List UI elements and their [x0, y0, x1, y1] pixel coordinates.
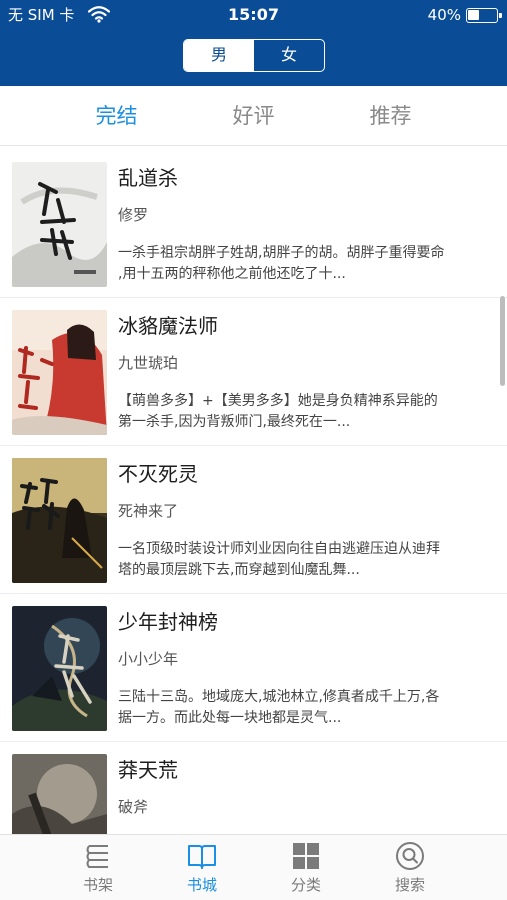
- bottom-nav: 书架 书城 分类 搜索: [0, 834, 507, 900]
- bookshelf-icon: [83, 841, 113, 871]
- gender-switch: 男 女: [183, 39, 325, 72]
- book-author: 死神来了: [118, 502, 179, 520]
- book-author: 修罗: [118, 206, 149, 224]
- book-description: 【萌兽多多】+【美男多多】她是身负精神系异能的 第一杀手,因为背叛师门,最终死在…: [118, 393, 438, 430]
- book-item[interactable]: 少年封神榜 小小少年 三陆十三岛。地域庞大,城池林立,修真者成千上万,各 据一方…: [0, 594, 507, 742]
- book-description: 一杀手祖宗胡胖子姓胡,胡胖子的胡。胡胖子重得要命 ,用十五两的秤称他之前他还吃了…: [118, 245, 445, 282]
- gender-option-female[interactable]: 女: [254, 40, 324, 71]
- status-bar: 无 SIM 卡 15:07 40%: [0, 0, 507, 30]
- nav-label: 书城: [186, 876, 217, 894]
- scrollbar[interactable]: [500, 296, 505, 386]
- nav-category[interactable]: 分类: [254, 835, 358, 900]
- book-title: 莽天荒: [118, 758, 178, 782]
- category-tabs: 完结 好评 推荐: [0, 86, 507, 146]
- book-item[interactable]: 冰貉魔法师 九世琥珀 【萌兽多多】+【美男多多】她是身负精神系异能的 第一杀手,…: [0, 298, 507, 446]
- book-author: 九世琥珀: [118, 354, 179, 372]
- nav-bookstore[interactable]: 书城: [150, 835, 254, 900]
- book-item[interactable]: 莽天荒 破斧: [0, 742, 507, 834]
- book-cover: [12, 754, 107, 834]
- book-cover: [12, 162, 107, 287]
- book-author: 破斧: [118, 798, 149, 816]
- top-bar: 无 SIM 卡 15:07 40% 男 女: [0, 0, 507, 86]
- nav-search[interactable]: 搜索: [358, 835, 462, 900]
- book-description: 一名顶级时装设计师刘业因向往自由逃避压迫从迪拜 塔的最顶层跳下去,而穿越到仙魔乱…: [118, 541, 440, 578]
- book-title: 少年封神榜: [118, 610, 218, 634]
- book-title: 乱道杀: [118, 166, 178, 190]
- book-title: 不灭死灵: [118, 462, 198, 486]
- book-cover: [12, 310, 107, 435]
- battery-percent: 40%: [427, 6, 461, 24]
- open-book-icon: [187, 841, 217, 871]
- tab-recommended[interactable]: 推荐: [306, 86, 475, 146]
- app-screen: 无 SIM 卡 15:07 40% 男 女 完结 好评 推荐 乱道杀 修罗 一杀…: [0, 0, 507, 900]
- book-list[interactable]: 乱道杀 修罗 一杀手祖宗胡胖子姓胡,胡胖子的胡。胡胖子重得要命 ,用十五两的秤称…: [0, 146, 507, 834]
- book-cover: [12, 606, 107, 731]
- search-icon: [395, 841, 425, 871]
- book-author: 小小少年: [118, 650, 179, 668]
- book-item[interactable]: 不灭死灵 死神来了 一名顶级时装设计师刘业因向往自由逃避压迫从迪拜 塔的最顶层跳…: [0, 446, 507, 594]
- gender-option-male[interactable]: 男: [184, 40, 254, 71]
- book-cover: [12, 458, 107, 583]
- nav-label: 书架: [82, 876, 113, 894]
- battery-icon: [466, 8, 502, 23]
- nav-label: 分类: [290, 876, 321, 894]
- battery-level: [468, 10, 479, 20]
- book-item[interactable]: 乱道杀 修罗 一杀手祖宗胡胖子姓胡,胡胖子的胡。胡胖子重得要命 ,用十五两的秤称…: [0, 150, 507, 298]
- book-description: 三陆十三岛。地域庞大,城池林立,修真者成千上万,各 据一方。而此处每一块地都是灵…: [118, 689, 440, 726]
- nav-bookshelf[interactable]: 书架: [46, 835, 150, 900]
- nav-label: 搜索: [394, 876, 425, 894]
- category-grid-icon: [291, 841, 321, 871]
- book-title: 冰貉魔法师: [118, 314, 218, 338]
